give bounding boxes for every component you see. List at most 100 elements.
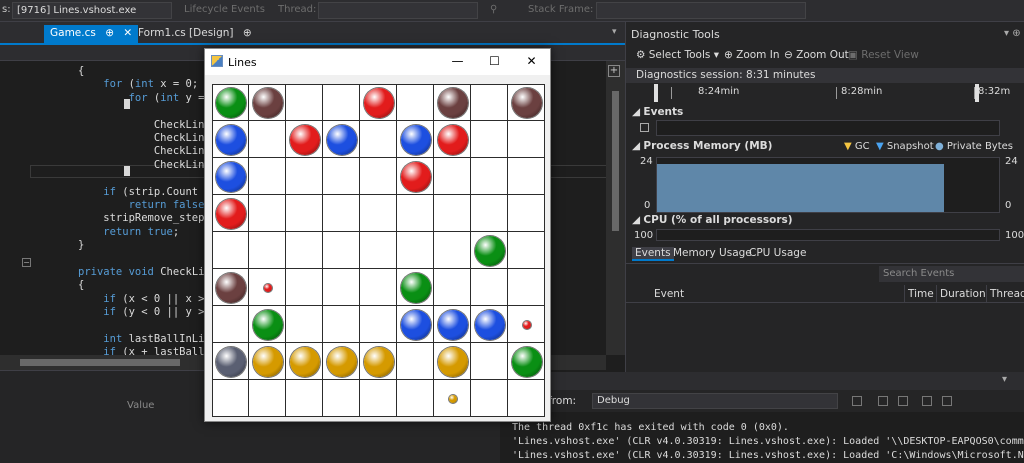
scrollbar-thumb[interactable] — [612, 91, 619, 231]
ball[interactable] — [252, 309, 283, 340]
column-thread[interactable]: Thread — [990, 288, 1024, 300]
zoom-in-button[interactable]: ⊕ Zoom In — [724, 49, 780, 61]
column-event[interactable]: Event — [654, 288, 684, 300]
board-cell[interactable] — [286, 158, 323, 195]
board-cell[interactable] — [360, 269, 397, 306]
thread-dropdown[interactable] — [318, 2, 478, 19]
board-cell[interactable] — [323, 269, 360, 306]
board-cell[interactable] — [249, 158, 286, 195]
ball[interactable] — [400, 161, 431, 192]
board-cell[interactable] — [508, 195, 545, 232]
board-cell[interactable] — [471, 158, 508, 195]
board-cell[interactable] — [286, 84, 323, 121]
board-cell[interactable] — [471, 380, 508, 417]
pin-icon[interactable]: ⊕ — [243, 27, 252, 39]
maximize-button[interactable]: ☐ — [476, 49, 513, 75]
next-ball-hint[interactable] — [263, 283, 272, 292]
zoom-out-button[interactable]: ⊖ Zoom Out — [784, 49, 849, 61]
board-cell[interactable] — [508, 232, 545, 269]
pane-menu-icon[interactable]: ▾ ⊕ — [1004, 28, 1021, 39]
ball[interactable] — [252, 346, 283, 377]
ball[interactable] — [400, 124, 431, 155]
timeline-end-handle[interactable] — [975, 84, 979, 102]
find-icon[interactable] — [852, 396, 862, 406]
board-cell[interactable] — [508, 158, 545, 195]
tab-cpu-usage[interactable]: CPU Usage — [746, 247, 809, 259]
ball[interactable] — [215, 346, 246, 377]
ball[interactable] — [437, 346, 468, 377]
select-tools-button[interactable]: ⚙ Select Tools ▾ — [636, 49, 719, 61]
board-cell[interactable] — [360, 232, 397, 269]
minimize-button[interactable]: — — [439, 49, 476, 75]
board-cell[interactable] — [434, 269, 471, 306]
close-icon[interactable]: ✕ — [123, 27, 132, 39]
ball[interactable] — [326, 124, 357, 155]
add-icon[interactable]: + — [608, 65, 620, 77]
tab-game-cs[interactable]: Game.cs ⊕ ✕ — [44, 25, 139, 44]
cpu-section-header[interactable]: ◢ CPU (% of all processors) — [632, 214, 793, 226]
board-cell[interactable] — [323, 84, 360, 121]
board-cell[interactable] — [323, 195, 360, 232]
scrollbar-thumb[interactable] — [20, 359, 180, 366]
ball[interactable] — [437, 124, 468, 155]
filter-icon[interactable]: ⚲ — [490, 4, 497, 15]
find-next-icon[interactable] — [878, 396, 888, 406]
board-cell[interactable] — [360, 380, 397, 417]
board-cell[interactable] — [286, 306, 323, 343]
timeline-start-handle[interactable] — [654, 84, 658, 102]
board-cell[interactable] — [212, 306, 249, 343]
memory-section-header[interactable]: ◢ Process Memory (MB) — [632, 140, 772, 152]
word-wrap-icon[interactable] — [922, 396, 932, 406]
toggle-wrap-icon[interactable] — [942, 396, 952, 406]
ball[interactable] — [215, 161, 246, 192]
board-cell[interactable] — [360, 306, 397, 343]
board-cell[interactable] — [249, 195, 286, 232]
board-cell[interactable] — [249, 232, 286, 269]
board-cell[interactable] — [286, 232, 323, 269]
board-cell[interactable] — [397, 84, 434, 121]
board-cell[interactable] — [434, 195, 471, 232]
board-cell[interactable] — [360, 195, 397, 232]
board-cell[interactable] — [212, 232, 249, 269]
board-cell[interactable] — [508, 121, 545, 158]
ball[interactable] — [437, 87, 468, 118]
ball[interactable] — [215, 272, 246, 303]
board-cell[interactable] — [286, 380, 323, 417]
ball[interactable] — [400, 272, 431, 303]
board-cell[interactable] — [471, 195, 508, 232]
ball[interactable] — [437, 309, 468, 340]
board-cell[interactable] — [323, 306, 360, 343]
board-cell[interactable] — [323, 158, 360, 195]
window-titlebar[interactable]: Lines — ☐ ✕ — [205, 49, 550, 75]
next-ball-hint[interactable] — [448, 394, 457, 403]
board-cell[interactable] — [397, 232, 434, 269]
ball[interactable] — [363, 87, 394, 118]
tab-events[interactable]: Events — [632, 247, 674, 261]
board-cell[interactable] — [471, 84, 508, 121]
board-cell[interactable] — [286, 269, 323, 306]
ball[interactable] — [326, 346, 357, 377]
column-time[interactable]: Time — [908, 288, 934, 300]
board-cell[interactable] — [471, 121, 508, 158]
lifecycle-events-button[interactable]: Lifecycle Events — [184, 4, 265, 15]
ball[interactable] — [363, 346, 394, 377]
tab-memory-usage[interactable]: Memory Usage — [670, 247, 755, 259]
ball[interactable] — [511, 346, 542, 377]
tab-overflow-icon[interactable]: ▾ — [612, 27, 617, 37]
ball[interactable] — [511, 87, 542, 118]
board-cell[interactable] — [212, 380, 249, 417]
board-cell[interactable] — [508, 269, 545, 306]
pin-icon[interactable]: ⊕ — [105, 27, 114, 39]
clear-all-icon[interactable] — [898, 396, 908, 406]
ball[interactable] — [289, 124, 320, 155]
timeline-ruler[interactable]: 8:24min 8:28min 8:32m — [626, 83, 1024, 103]
board-cell[interactable] — [434, 232, 471, 269]
close-button[interactable]: ✕ — [513, 49, 550, 75]
search-events-input[interactable]: Search Events — [879, 266, 1024, 282]
ball[interactable] — [474, 235, 505, 266]
process-dropdown[interactable]: [9716] Lines.vshost.exe — [12, 2, 172, 19]
ball[interactable] — [289, 346, 320, 377]
tab-form1-design[interactable]: Form1.cs [Design] ⊕ — [132, 25, 258, 44]
board-cell[interactable] — [397, 343, 434, 380]
ball[interactable] — [215, 87, 246, 118]
